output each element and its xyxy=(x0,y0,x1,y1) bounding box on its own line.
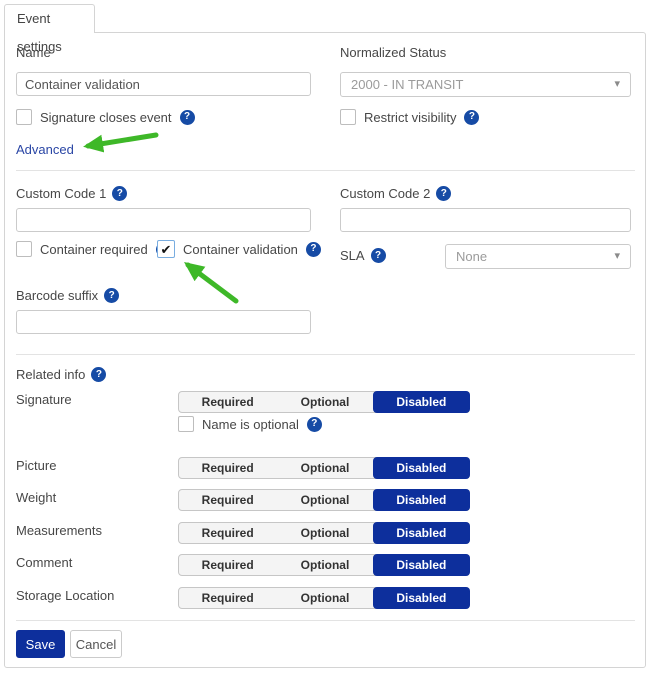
related-row-label-picture: Picture xyxy=(16,458,57,473)
custom-code-1-input[interactable] xyxy=(16,208,311,232)
disabled-option-selected[interactable]: Disabled xyxy=(372,457,470,479)
required-option[interactable]: Required xyxy=(179,392,276,412)
restrict-visibility-checkbox[interactable] xyxy=(340,109,356,125)
sla-value: None xyxy=(456,249,488,264)
required-option[interactable]: Required xyxy=(179,555,276,575)
container-validation-checkbox[interactable]: ✔ xyxy=(157,240,175,258)
related-row-label-weight: Weight xyxy=(16,490,57,505)
name-is-optional-label: Name is optional xyxy=(202,416,299,432)
optional-option[interactable]: Optional xyxy=(276,555,373,575)
container-required-row: Container required ? xyxy=(16,241,171,257)
divider xyxy=(16,354,635,355)
normalized-status-value: 2000 - IN TRANSIT xyxy=(351,77,464,92)
comment-segmented-control: Required Optional Disabled xyxy=(178,554,470,576)
barcode-suffix-label: Barcode suffix ? xyxy=(16,288,120,303)
storage-location-segmented-control: Required Optional Disabled xyxy=(178,587,470,609)
advanced-link[interactable]: Advanced xyxy=(16,142,74,157)
signature-closes-event-checkbox[interactable] xyxy=(16,109,32,125)
help-icon[interactable]: ? xyxy=(370,248,386,263)
help-icon[interactable]: ? xyxy=(464,109,480,125)
required-option[interactable]: Required xyxy=(179,490,276,510)
help-icon[interactable]: ? xyxy=(104,288,120,303)
custom-code-2-label: Custom Code 2 ? xyxy=(340,186,452,201)
disabled-option-selected[interactable]: Disabled xyxy=(372,391,470,413)
disabled-option-selected[interactable]: Disabled xyxy=(372,489,470,511)
divider xyxy=(16,620,635,621)
normalized-status-label: Normalized Status xyxy=(340,45,447,60)
cancel-button[interactable]: Cancel xyxy=(70,630,122,658)
disabled-option-selected[interactable]: Disabled xyxy=(372,587,470,609)
disabled-option-selected[interactable]: Disabled xyxy=(372,522,470,544)
required-option[interactable]: Required xyxy=(179,458,276,478)
tab-label: Event settings xyxy=(17,11,62,54)
optional-option[interactable]: Optional xyxy=(276,523,373,543)
weight-segmented-control: Required Optional Disabled xyxy=(178,489,470,511)
required-option[interactable]: Required xyxy=(179,588,276,608)
picture-segmented-control: Required Optional Disabled xyxy=(178,457,470,479)
optional-option[interactable]: Optional xyxy=(276,588,373,608)
help-icon[interactable]: ? xyxy=(306,416,322,432)
restrict-visibility-label: Restrict visibility xyxy=(364,109,457,125)
container-validation-label: Container validation xyxy=(183,241,298,257)
measurements-segmented-control: Required Optional Disabled xyxy=(178,522,470,544)
chevron-down-icon: ▾ xyxy=(614,78,620,90)
normalized-status-select[interactable]: 2000 - IN TRANSIT ▾ xyxy=(340,72,631,97)
optional-option[interactable]: Optional xyxy=(276,490,373,510)
container-validation-row: ✔ Container validation ? xyxy=(157,240,321,258)
name-input[interactable] xyxy=(16,72,311,96)
container-required-checkbox[interactable] xyxy=(16,241,32,257)
custom-code-1-label: Custom Code 1 ? xyxy=(16,186,128,201)
related-row-label-signature: Signature xyxy=(16,392,72,407)
help-icon[interactable]: ? xyxy=(305,241,321,257)
help-icon[interactable]: ? xyxy=(436,186,452,201)
related-row-label-comment: Comment xyxy=(16,555,73,570)
sla-label: SLA ? xyxy=(340,248,386,263)
help-icon[interactable]: ? xyxy=(91,367,107,382)
disabled-option-selected[interactable]: Disabled xyxy=(372,554,470,576)
signature-closes-event-label: Signature closes event xyxy=(40,109,172,125)
divider xyxy=(16,170,635,171)
required-option[interactable]: Required xyxy=(179,523,276,543)
name-is-optional-row: Name is optional ? xyxy=(178,416,322,432)
event-settings-page: Event settings Name Normalized Status 20… xyxy=(0,0,651,673)
signature-closes-event-row: Signature closes event ? xyxy=(16,109,195,125)
optional-option[interactable]: Optional xyxy=(276,458,373,478)
optional-option[interactable]: Optional xyxy=(276,392,373,412)
container-required-label: Container required xyxy=(40,241,148,257)
related-info-title: Related info ? xyxy=(16,367,107,382)
chevron-down-icon: ▾ xyxy=(614,250,620,262)
name-is-optional-checkbox[interactable] xyxy=(178,416,194,432)
tab-event-settings[interactable]: Event settings xyxy=(4,4,95,54)
help-icon[interactable]: ? xyxy=(112,186,128,201)
related-row-label-measurements: Measurements xyxy=(16,523,102,538)
sla-select[interactable]: None ▾ xyxy=(445,244,631,269)
barcode-suffix-input[interactable] xyxy=(16,310,311,334)
custom-code-2-input[interactable] xyxy=(340,208,631,232)
restrict-visibility-row: Restrict visibility ? xyxy=(340,109,480,125)
related-row-label-storage-location: Storage Location xyxy=(16,588,115,603)
help-icon[interactable]: ? xyxy=(179,109,195,125)
signature-segmented-control: Required Optional Disabled xyxy=(178,391,470,413)
save-button[interactable]: Save xyxy=(16,630,65,658)
